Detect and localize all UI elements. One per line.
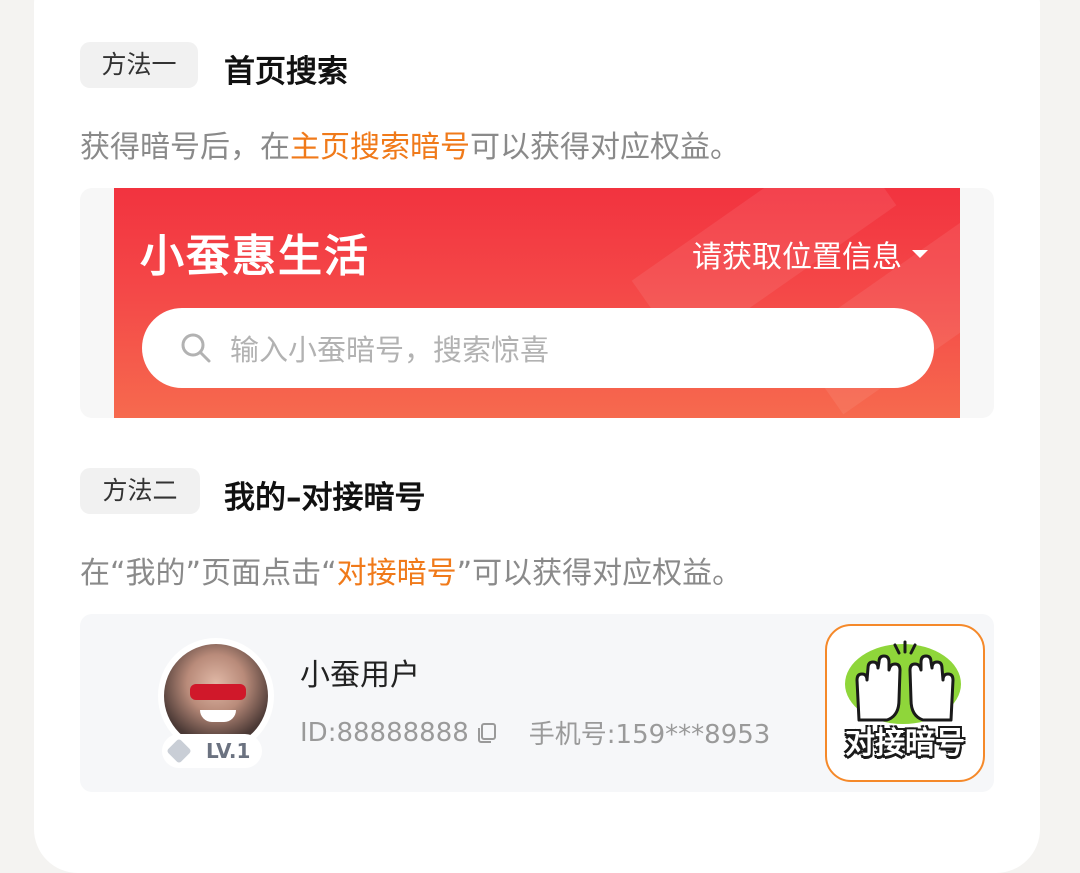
desc-text: 可以获得对应权益。 [470, 130, 740, 165]
level-badge: LV.1 [162, 734, 262, 768]
app-brand-name: 小蚕惠生活 [140, 231, 370, 282]
method-two-description: 在“我的”页面点击“对接暗号”可以获得对应权益。 [80, 548, 742, 592]
search-bar[interactable]: 输入小蚕暗号，搜索惊喜 [142, 308, 934, 388]
level-label: LV.1 [206, 739, 251, 763]
phone-number: 手机号:159***8953 [528, 720, 771, 750]
desc-text: 在“我的”页面点击“ [80, 556, 337, 591]
desc-highlight: 主页搜索暗号 [290, 130, 470, 165]
connect-code-button[interactable]: 对接暗号 [825, 624, 985, 782]
location-label: 请获取位置信息 [692, 240, 902, 275]
caret-down-icon [912, 250, 928, 258]
high-five-hands-icon [855, 640, 955, 722]
desc-highlight: 对接暗号 [336, 556, 457, 591]
avatar-image [164, 644, 268, 748]
method-one-title: 首页搜索 [224, 54, 348, 90]
username: 小蚕用户 [300, 658, 420, 693]
method-one-description: 获得暗号后，在主页搜索暗号可以获得对应权益。 [80, 122, 740, 166]
user-id: ID:88888888 [300, 717, 469, 748]
glasses-shape [190, 684, 246, 700]
profile-preview: LV.1 小蚕用户 ID:88888888 手机号:159***8953 对接暗… [80, 614, 994, 792]
user-id-line: ID:88888888 手机号:159***8953 [300, 714, 770, 751]
search-icon [181, 333, 211, 363]
connect-code-label: 对接暗号 [845, 726, 965, 761]
desc-text: 获得暗号后，在 [80, 130, 290, 165]
smile-shape [200, 710, 236, 722]
location-selector[interactable]: 请获取位置信息 [692, 232, 928, 276]
search-placeholder: 输入小蚕暗号，搜索惊喜 [230, 333, 550, 367]
diamond-icon [166, 738, 192, 764]
desc-text: ”可以获得对应权益。 [456, 556, 743, 591]
copy-icon[interactable] [475, 721, 499, 745]
method-two-tag: 方法二 [80, 468, 200, 514]
method-one-tag: 方法一 [80, 42, 198, 88]
homepage-search-preview: 小蚕惠生活 请获取位置信息 输入小蚕暗号，搜索惊喜 [80, 188, 994, 418]
method-two-title: 我的–对接暗号 [224, 480, 426, 516]
app-banner: 小蚕惠生活 请获取位置信息 输入小蚕暗号，搜索惊喜 [114, 188, 960, 418]
